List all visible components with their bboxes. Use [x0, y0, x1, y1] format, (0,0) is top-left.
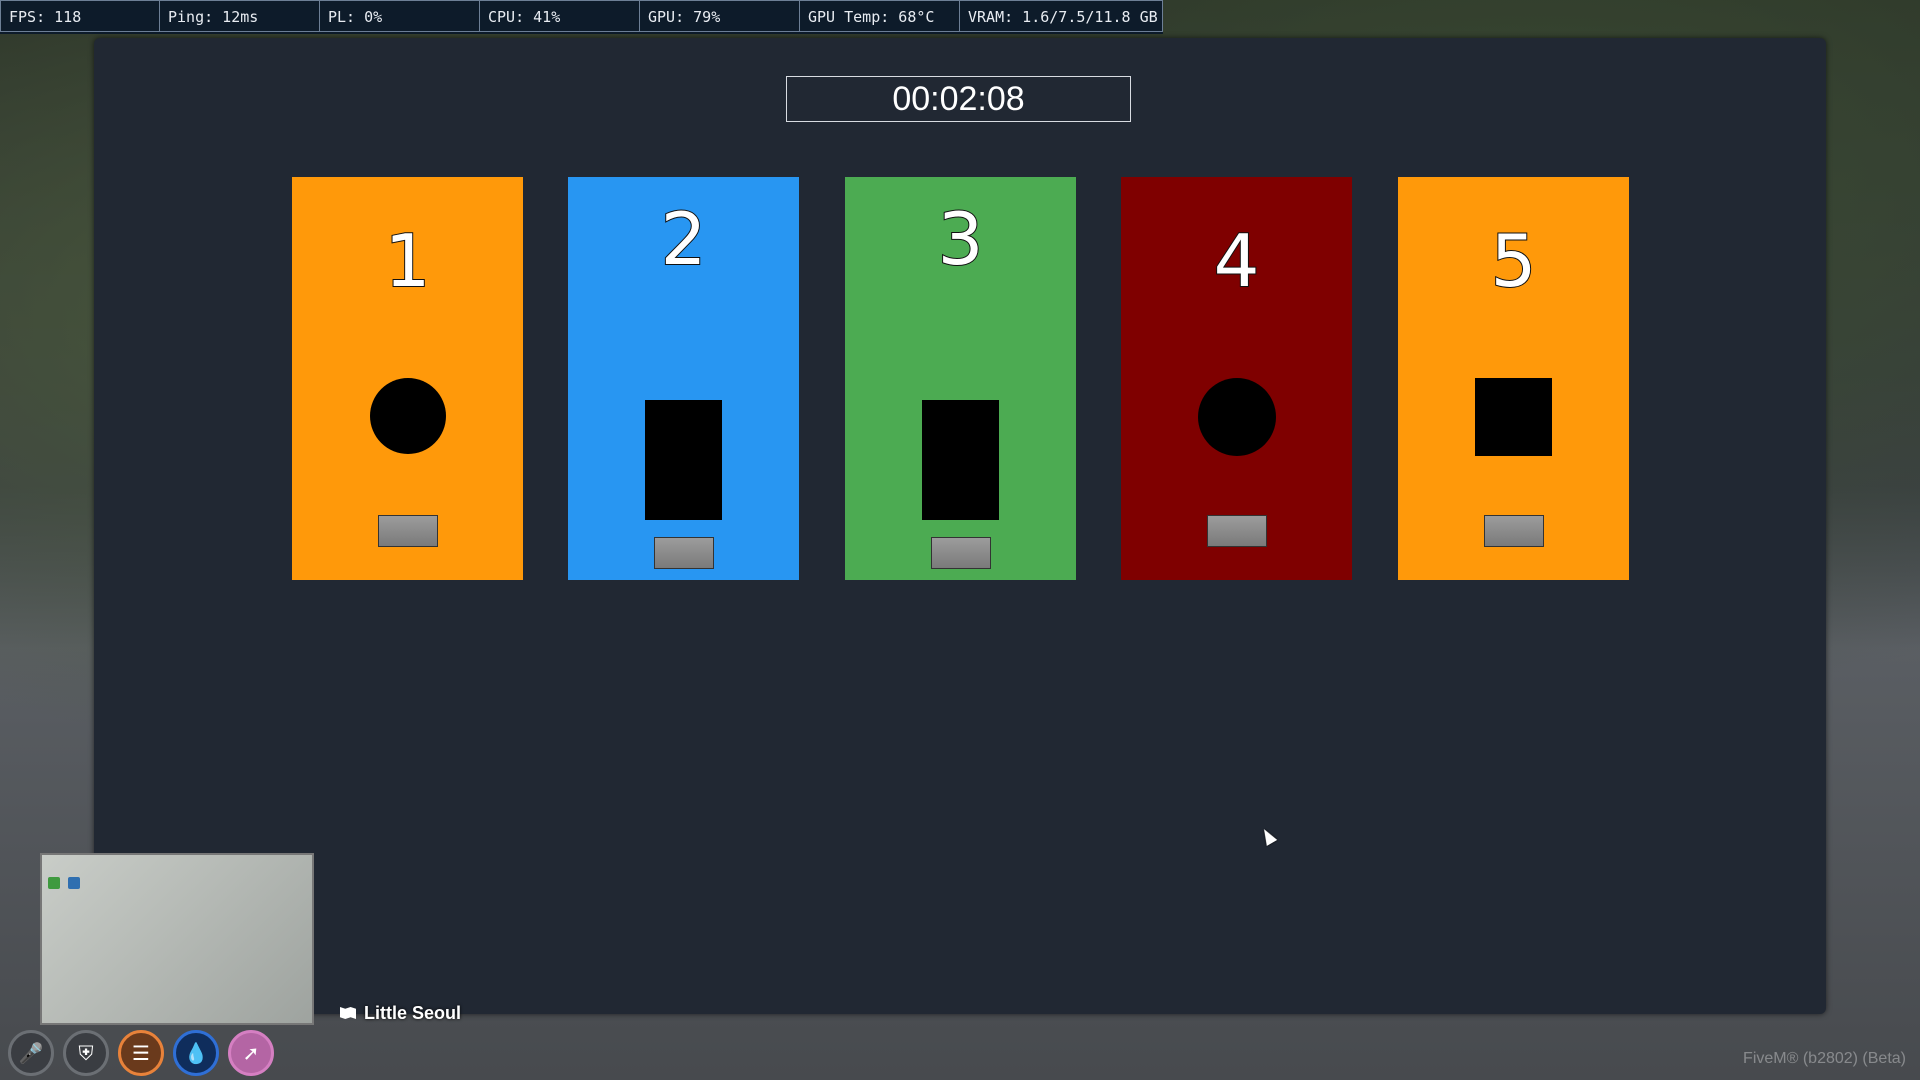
street-label: Little Seoul	[340, 1003, 461, 1024]
minimap-blip-icon	[68, 877, 80, 889]
tall-rectangle-shape	[922, 400, 999, 520]
card-number: 4	[1213, 218, 1261, 304]
status-icons: 🎤 ⛨ ☰ 💧 ➚	[8, 1030, 274, 1076]
shield-icon: ⛨	[63, 1030, 109, 1076]
vram-readout: VRAM: 1.6/7.5/11.8 GB	[960, 0, 1163, 32]
card-2-button[interactable]	[654, 537, 714, 569]
card-3: 3	[845, 177, 1076, 580]
gpu-temp-readout: GPU Temp: 68°C	[800, 0, 960, 32]
brand-watermark: FiveM® (b2802) (Beta)	[1743, 1050, 1906, 1067]
card-number: 2	[660, 196, 708, 282]
countdown-timer: 00:02:08	[786, 76, 1131, 122]
card-number: 1	[384, 218, 432, 304]
card-number: 3	[937, 196, 985, 282]
fps-readout: FPS: 118	[0, 0, 160, 32]
street-name: Little Seoul	[364, 1003, 462, 1023]
circle-shape	[370, 378, 446, 454]
water-drop-icon: 💧	[173, 1030, 219, 1076]
card-4-button[interactable]	[1207, 515, 1267, 547]
cpu-readout: CPU: 41%	[480, 0, 640, 32]
map-icon	[340, 1007, 356, 1019]
card-1-button[interactable]	[378, 515, 438, 547]
circle-shape	[1198, 378, 1276, 456]
card-1: 1	[292, 177, 523, 580]
minimap-blip-icon	[48, 877, 60, 889]
microphone-icon: 🎤	[8, 1030, 54, 1076]
minigame-panel: 00:02:08 1 2 3 4 5	[94, 38, 1826, 1014]
square-shape	[1475, 378, 1552, 456]
minimap	[40, 853, 314, 1025]
card-3-button[interactable]	[931, 537, 991, 569]
gpu-readout: GPU: 79%	[640, 0, 800, 32]
card-5: 5	[1398, 177, 1629, 580]
performance-overlay: FPS: 118 Ping: 12ms PL: 0% CPU: 41% GPU:…	[0, 0, 1163, 34]
card-2: 2	[568, 177, 799, 580]
card-4: 4	[1121, 177, 1352, 580]
packet-loss-readout: PL: 0%	[320, 0, 480, 32]
card-5-button[interactable]	[1484, 515, 1544, 547]
burger-icon: ☰	[118, 1030, 164, 1076]
ping-readout: Ping: 12ms	[160, 0, 320, 32]
card-number: 5	[1490, 218, 1538, 304]
tall-rectangle-shape	[645, 400, 722, 520]
stamina-icon: ➚	[228, 1030, 274, 1076]
